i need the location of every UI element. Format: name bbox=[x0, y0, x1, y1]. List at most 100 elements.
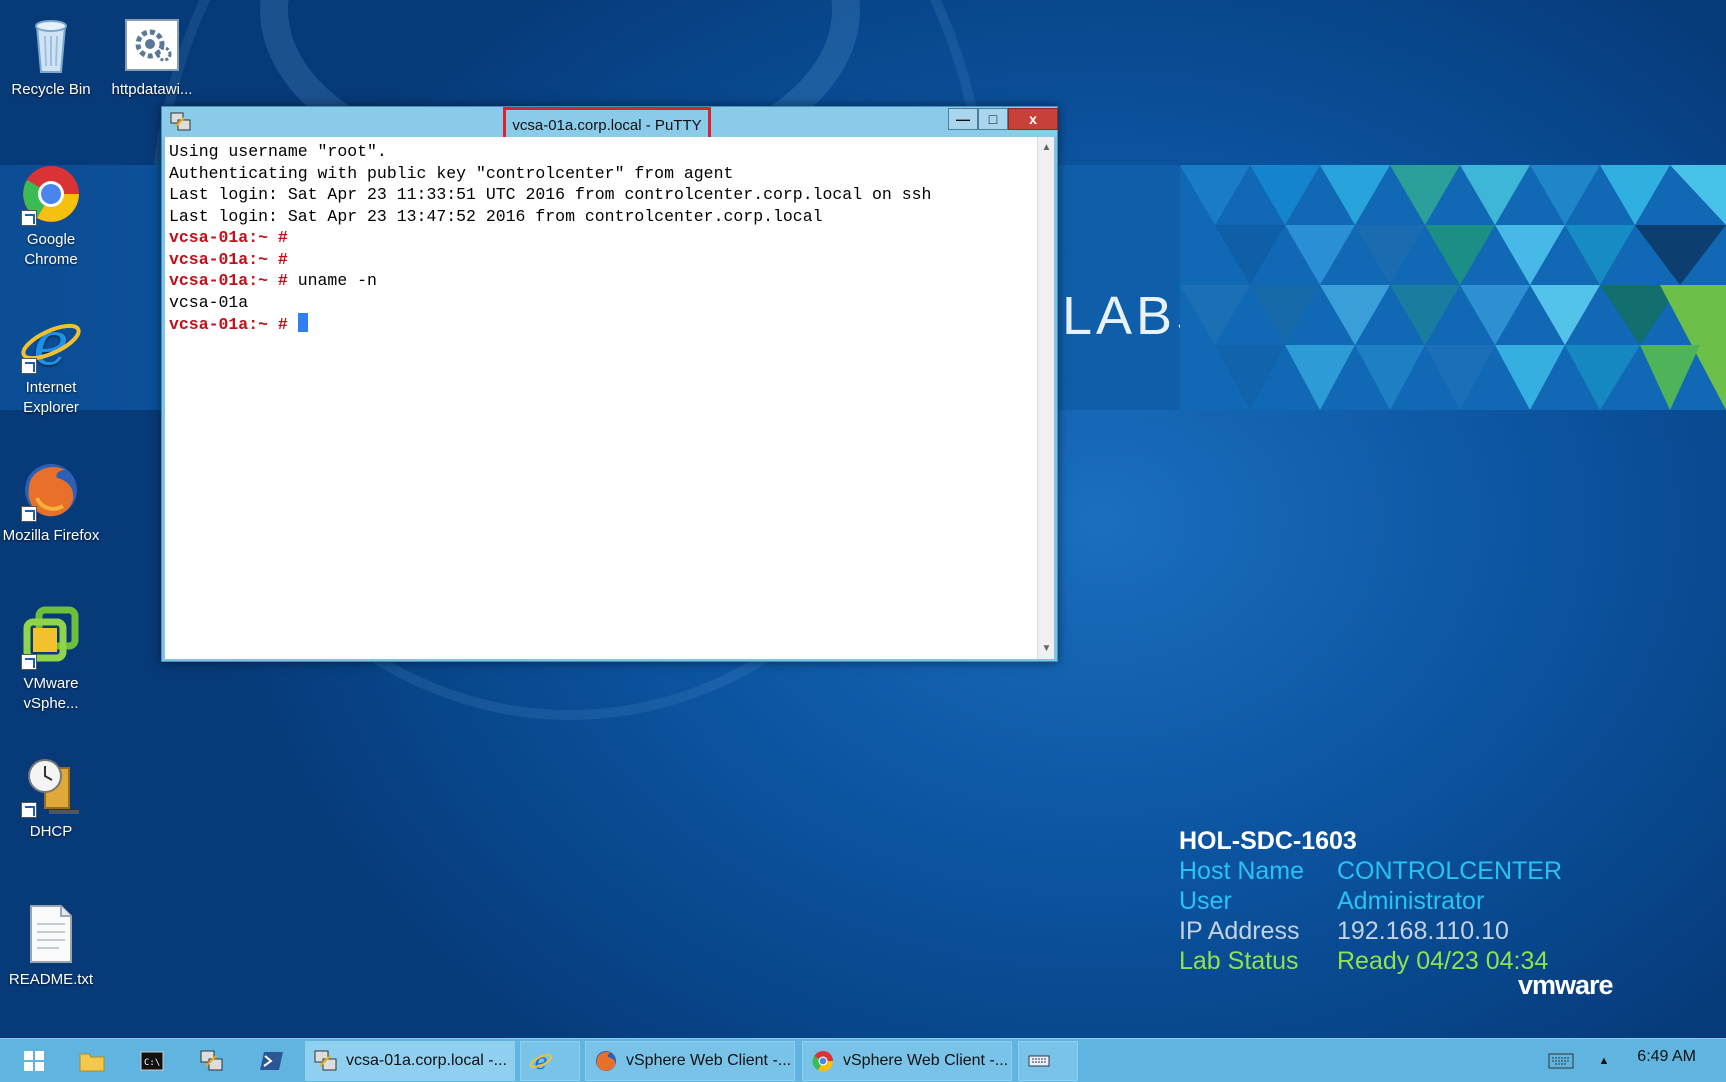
terminal-line: vcsa-01a:~ # uname -n bbox=[169, 270, 1037, 292]
taskbar-window-vsphere-firefox[interactable]: vSphere Web Client -... bbox=[585, 1041, 795, 1081]
putty-titlebar[interactable]: vcsa-01a.corp.local - PuTTY — □ x bbox=[162, 107, 1058, 143]
chrome-icon bbox=[812, 1051, 834, 1072]
desktop-icon-label: Internet Explorer bbox=[23, 379, 79, 416]
terminal-text: Authenticating with public key "controlc… bbox=[169, 163, 734, 183]
terminal-line: vcsa-01a:~ # bbox=[169, 249, 1037, 271]
desktop-icon-label: VMware vSphe... bbox=[23, 675, 79, 712]
terminal-line: Last login: Sat Apr 23 13:47:52 2016 fro… bbox=[169, 206, 1037, 228]
terminal-line: vcsa-01a:~ # bbox=[169, 313, 1037, 336]
desktop-icon-httpdatawi[interactable]: httpdatawi... bbox=[102, 12, 202, 100]
settings-file-icon bbox=[120, 12, 184, 76]
close-button[interactable]: x bbox=[1008, 108, 1058, 130]
shortcut-arrow-icon bbox=[21, 506, 37, 522]
scroll-up-icon[interactable]: ▲ bbox=[1038, 139, 1055, 156]
terminal-cursor bbox=[297, 313, 308, 332]
taskbar-putty-launcher[interactable] bbox=[192, 1041, 232, 1081]
desktop-icon-google-chrome[interactable]: Google Chrome bbox=[1, 162, 101, 270]
tray-clock[interactable]: 6:49 AM bbox=[1637, 1048, 1696, 1066]
taskbar-window-label: vSphere Web Client -... bbox=[626, 1052, 792, 1069]
lab-info-panel: HOL-SDC-1603 Host Name CONTROLCENTER Use… bbox=[1179, 826, 1562, 976]
shortcut-arrow-icon bbox=[21, 358, 37, 374]
keyboard-icon bbox=[1548, 1053, 1574, 1069]
maximize-button[interactable]: □ bbox=[978, 108, 1008, 130]
windows-start-icon bbox=[24, 1051, 44, 1071]
desktop-icon-readme[interactable]: README.txt bbox=[1, 902, 101, 990]
mosaic-graphic bbox=[1180, 165, 1726, 410]
scroll-down-icon[interactable]: ▼ bbox=[1038, 640, 1055, 657]
info-value: Administrator bbox=[1337, 887, 1485, 915]
shortcut-arrow-icon bbox=[21, 802, 37, 818]
desktop-icon-label: Google Chrome bbox=[24, 231, 78, 268]
desktop-icon-vmware-vsphere[interactable]: VMware vSphe... bbox=[1, 606, 101, 714]
info-label: Host Name bbox=[1179, 857, 1305, 885]
keyboard-icon bbox=[1028, 1055, 1050, 1067]
taskbar-window-vsphere-chrome[interactable]: vSphere Web Client -... bbox=[802, 1041, 1012, 1081]
info-row-user: User Administrator bbox=[1179, 886, 1562, 916]
putty-window[interactable]: vcsa-01a.corp.local - PuTTY — □ x Using … bbox=[161, 106, 1058, 662]
shortcut-arrow-icon bbox=[21, 210, 37, 226]
lab-id: HOL-SDC-1603 bbox=[1179, 827, 1357, 855]
desktop-icon-label: Mozilla Firefox bbox=[2, 527, 100, 544]
info-row-host-name: Host Name CONTROLCENTER bbox=[1179, 856, 1562, 886]
minimize-button[interactable]: — bbox=[948, 108, 978, 130]
terminal-prompt: vcsa-01a:~ # bbox=[169, 271, 288, 290]
terminal-line: vcsa-01a bbox=[169, 292, 1037, 314]
chrome-icon bbox=[19, 162, 83, 226]
powershell-icon bbox=[260, 1052, 283, 1070]
vertical-scrollbar[interactable]: ▲ ▼ bbox=[1037, 137, 1054, 659]
terminal-line: Last login: Sat Apr 23 11:33:51 UTC 2016… bbox=[169, 184, 1037, 206]
vmware-logo: vmware bbox=[1518, 970, 1614, 1000]
recycle-bin-icon bbox=[19, 12, 83, 76]
maximize-icon: □ bbox=[988, 111, 998, 127]
desktop-icon-internet-explorer[interactable]: e Internet Explorer bbox=[1, 309, 101, 418]
terminal-text: vcsa-01a bbox=[169, 292, 249, 312]
internet-explorer-icon: e bbox=[19, 309, 83, 379]
desktop-icon-dhcp[interactable]: DHCP bbox=[1, 754, 101, 842]
terminal-text: Last login: Sat Apr 23 11:33:51 UTC 2016… bbox=[169, 185, 932, 204]
svg-text:C:\: C:\ bbox=[144, 1058, 160, 1068]
taskbar-powershell[interactable] bbox=[252, 1041, 292, 1081]
terminal-line: Using username "root". bbox=[169, 141, 1037, 163]
chevron-up-icon: ▲ bbox=[1598, 1055, 1610, 1067]
info-value: 192.168.110.10 bbox=[1337, 917, 1509, 945]
info-label: Lab Status bbox=[1179, 947, 1299, 975]
terminal-line: Authenticating with public key "controlc… bbox=[169, 163, 1037, 185]
vmware-vsphere-icon bbox=[19, 606, 83, 670]
info-label: User bbox=[1179, 887, 1232, 915]
tray-keyboard[interactable] bbox=[1546, 1041, 1576, 1081]
desktop-icon-mozilla-firefox[interactable]: Mozilla Firefox bbox=[1, 458, 101, 546]
info-value: CONTROLCENTER bbox=[1337, 857, 1563, 885]
desktop: LABS Recycle Bin httpdatawi... Google Ch… bbox=[0, 0, 1726, 1038]
putty-icon bbox=[200, 1050, 223, 1071]
taskbar-window-label: vSphere Web Client -... bbox=[843, 1052, 1009, 1069]
terminal-line: vcsa-01a:~ # bbox=[169, 227, 1037, 249]
shortcut-arrow-icon bbox=[21, 654, 37, 670]
putty-icon bbox=[314, 1050, 337, 1071]
terminal-prompt: vcsa-01a:~ # bbox=[169, 228, 288, 247]
terminal-output[interactable]: Using username "root". Authenticating wit… bbox=[165, 137, 1041, 659]
taskbar-window-label: vcsa-01a.corp.local -... bbox=[346, 1052, 507, 1069]
terminal-text: Using username "root". bbox=[169, 142, 387, 161]
file-explorer-icon bbox=[79, 1053, 105, 1072]
putty-icon[interactable] bbox=[170, 112, 192, 132]
start-button[interactable] bbox=[14, 1041, 54, 1081]
svg-text:e: e bbox=[534, 1050, 547, 1073]
desktop-icon-label: README.txt bbox=[8, 971, 94, 988]
close-icon: x bbox=[1029, 111, 1037, 127]
taskbar-window-keyboard[interactable] bbox=[1018, 1041, 1078, 1081]
tray-show-hidden[interactable]: ▲ bbox=[1592, 1041, 1616, 1081]
minimize-icon: — bbox=[956, 111, 970, 127]
firefox-icon bbox=[19, 458, 83, 522]
taskbar-file-explorer[interactable] bbox=[72, 1041, 112, 1081]
desktop-icon-recycle-bin[interactable]: Recycle Bin bbox=[1, 12, 101, 100]
desktop-icon-label: DHCP bbox=[29, 823, 73, 840]
info-row-lab-status: Lab Status Ready 04/23 04:34 bbox=[1179, 946, 1562, 976]
taskbar-window-putty[interactable]: vcsa-01a.corp.local -... bbox=[305, 1041, 515, 1081]
taskbar-command-prompt[interactable]: C:\ bbox=[132, 1041, 172, 1081]
terminal-prompt: vcsa-01a:~ # bbox=[169, 249, 288, 269]
taskbar-window-internet-explorer[interactable]: e bbox=[520, 1041, 580, 1081]
taskbar: C:\ vcsa-01a.corp.local -... e vSphere W… bbox=[0, 1038, 1726, 1082]
svg-text:e: e bbox=[33, 310, 69, 374]
terminal-prompt: vcsa-01a:~ # bbox=[169, 315, 288, 334]
info-row-ip-address: IP Address 192.168.110.10 bbox=[1179, 916, 1562, 946]
